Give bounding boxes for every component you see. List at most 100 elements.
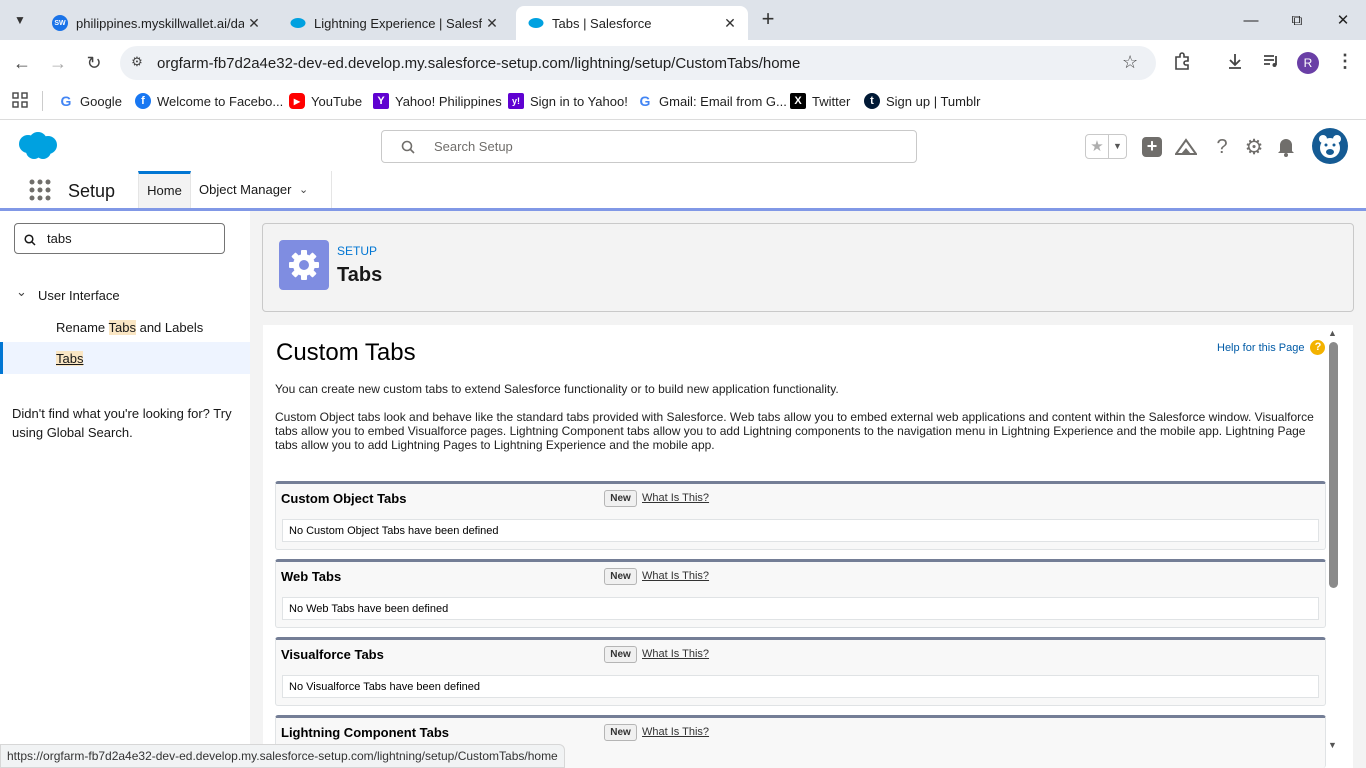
- page-eyebrow: SETUP: [337, 244, 378, 258]
- new-tab-button[interactable]: +: [756, 8, 780, 32]
- bookmark-yahoo-ph[interactable]: Y Yahoo! Philippines: [373, 92, 502, 110]
- bookmarks-divider: [42, 91, 43, 111]
- help-icon[interactable]: ?: [1210, 136, 1234, 158]
- help-for-page-link[interactable]: Help for this Page ?: [1217, 340, 1326, 355]
- bookmark-youtube[interactable]: ▶ YouTube: [289, 92, 362, 110]
- bookmark-label: Sign up | Tumblr: [886, 93, 981, 109]
- tab-home[interactable]: Home: [138, 171, 191, 208]
- forward-button[interactable]: →: [43, 48, 73, 78]
- browser-tab-strip: ▼ SW philippines.myskillwallet.ai/dash ✕…: [0, 0, 1366, 40]
- browser-tab-tabs-salesforce[interactable]: Tabs | Salesforce ✕: [516, 6, 748, 40]
- trailhead-icon[interactable]: [1174, 136, 1198, 158]
- media-control-icon[interactable]: [1262, 52, 1282, 72]
- chevron-down-icon: ⌄: [16, 284, 27, 299]
- bookmark-label: Welcome to Facebo...: [157, 93, 284, 109]
- bookmark-gmail[interactable]: G Gmail: Email from G...: [637, 92, 787, 110]
- app-name: Setup: [68, 181, 116, 201]
- facebook-icon: f: [135, 93, 151, 109]
- notifications-bell-icon[interactable]: [1274, 136, 1298, 158]
- tab-object-manager[interactable]: Object Manager ⌄: [191, 171, 332, 208]
- star-icon: ★: [1090, 138, 1104, 155]
- browser-tab-title: philippines.myskillwallet.ai/dash: [76, 15, 244, 31]
- help-link-text: Help for this Page: [1217, 341, 1305, 354]
- help-icon: ?: [1310, 340, 1326, 355]
- reload-button[interactable]: ↻: [79, 48, 109, 78]
- browser-menu-icon[interactable]: ⋮: [1336, 51, 1354, 72]
- section-web-tabs: Web Tabs New What Is This? No Web Tabs h…: [275, 559, 1326, 628]
- back-button[interactable]: ←: [7, 48, 37, 78]
- empty-message: No Web Tabs have been defined: [282, 597, 1319, 620]
- google-icon: G: [639, 93, 651, 109]
- section-title: Lightning Component Tabs: [281, 725, 450, 740]
- tree-group-user-interface[interactable]: ⌄ User Interface: [16, 284, 236, 305]
- bookmark-label: Gmail: Email from G...: [659, 93, 787, 109]
- restore-window-button[interactable]: ⧉: [1274, 0, 1320, 40]
- profile-avatar[interactable]: R: [1297, 52, 1319, 74]
- gear-icon[interactable]: ⚙: [1242, 136, 1266, 159]
- bookmark-facebook[interactable]: f Welcome to Facebo...: [135, 92, 283, 110]
- setup-gear-icon: [279, 240, 329, 290]
- salesforce-logo[interactable]: [16, 131, 58, 161]
- favorites-button[interactable]: ★ ▼: [1085, 134, 1127, 159]
- item-text: and Labels: [135, 320, 204, 335]
- empty-message: No Visualforce Tabs have been defined: [282, 675, 1319, 698]
- url-text[interactable]: orgfarm-fb7d2a4e32-dev-ed.develop.my.sal…: [157, 55, 800, 72]
- sidebar-item-rename-tabs[interactable]: Rename Tabs and Labels: [56, 320, 203, 335]
- close-tab-icon[interactable]: ✕: [720, 15, 740, 32]
- browser-tab-lightning[interactable]: Lightning Experience | Salesforce ✕: [278, 6, 510, 40]
- section-visualforce-tabs: Visualforce Tabs New What Is This? No Vi…: [275, 637, 1326, 706]
- tab-search-button[interactable]: ▼: [8, 8, 32, 32]
- skillwallet-favicon-icon: SW: [52, 15, 68, 31]
- what-is-this-link[interactable]: What Is This?: [642, 492, 709, 504]
- section-title: Custom Object Tabs: [281, 491, 407, 506]
- bookmark-label: Sign in to Yahoo!: [530, 93, 628, 109]
- bookmark-google[interactable]: G Google: [58, 92, 122, 110]
- user-avatar[interactable]: [1312, 128, 1348, 164]
- chevron-down-icon[interactable]: ▼: [1108, 135, 1126, 158]
- browser-tab-title: Lightning Experience | Salesforce: [314, 15, 482, 31]
- new-visualforce-tab-button[interactable]: New: [604, 646, 637, 663]
- salesforce-favicon-icon: [528, 15, 544, 31]
- yahoo-icon: Y: [373, 93, 389, 109]
- setup-search-input[interactable]: Search Setup: [381, 130, 917, 163]
- what-is-this-link[interactable]: What Is This?: [642, 570, 709, 582]
- close-tab-icon[interactable]: ✕: [482, 15, 502, 32]
- google-icon: G: [60, 93, 72, 109]
- app-launcher-icon[interactable]: [29, 179, 51, 201]
- close-window-button[interactable]: ✕: [1320, 0, 1366, 40]
- tab-label: Object Manager: [199, 182, 292, 197]
- section-custom-object-tabs: Custom Object Tabs New What Is This? No …: [275, 481, 1326, 550]
- extensions-icon[interactable]: [1173, 52, 1193, 72]
- search-highlight: Tabs: [108, 320, 136, 335]
- what-is-this-link[interactable]: What Is This?: [642, 726, 709, 738]
- sidebar-item-tabs[interactable]: Tabs: [0, 342, 250, 374]
- search-icon: [24, 233, 36, 246]
- browser-tab-skillwallet[interactable]: SW philippines.myskillwallet.ai/dash ✕: [40, 6, 272, 40]
- close-tab-icon[interactable]: ✕: [244, 15, 264, 32]
- description-text: Custom Object tabs look and behave like …: [275, 410, 1314, 452]
- quick-find-input[interactable]: tabs: [14, 223, 225, 254]
- apps-grid-icon[interactable]: [12, 92, 28, 108]
- chevron-down-icon[interactable]: ⌄: [299, 171, 308, 209]
- what-is-this-link[interactable]: What Is This?: [642, 648, 709, 660]
- site-info-icon[interactable]: ⚙: [128, 54, 146, 72]
- new-web-tab-button[interactable]: New: [604, 568, 637, 585]
- salesforce-favicon-icon: [290, 15, 306, 31]
- yahoo-icon: y!: [508, 93, 524, 109]
- new-custom-object-tab-button[interactable]: New: [604, 490, 637, 507]
- bookmark-yahoo-signin[interactable]: y! Sign in to Yahoo!: [508, 92, 628, 110]
- minimize-window-button[interactable]: —: [1228, 0, 1274, 40]
- page-header: SETUP Tabs: [262, 223, 1354, 312]
- scroll-down-arrow[interactable]: ▼: [1328, 740, 1337, 750]
- bookmark-star-icon[interactable]: ☆: [1122, 52, 1138, 73]
- bookmark-twitter[interactable]: X Twitter: [790, 92, 850, 110]
- scroll-up-arrow[interactable]: ▲: [1328, 328, 1337, 338]
- new-lightning-component-tab-button[interactable]: New: [604, 724, 637, 741]
- section-title: Web Tabs: [281, 569, 342, 584]
- bookmark-tumblr[interactable]: t Sign up | Tumblr: [864, 92, 980, 110]
- global-actions-icon[interactable]: +: [1140, 136, 1164, 158]
- downloads-icon[interactable]: [1226, 52, 1246, 72]
- search-icon: [401, 140, 415, 154]
- global-search-hint: Didn't find what you're looking for? Try…: [12, 406, 232, 440]
- scrollbar-thumb[interactable]: [1329, 342, 1338, 588]
